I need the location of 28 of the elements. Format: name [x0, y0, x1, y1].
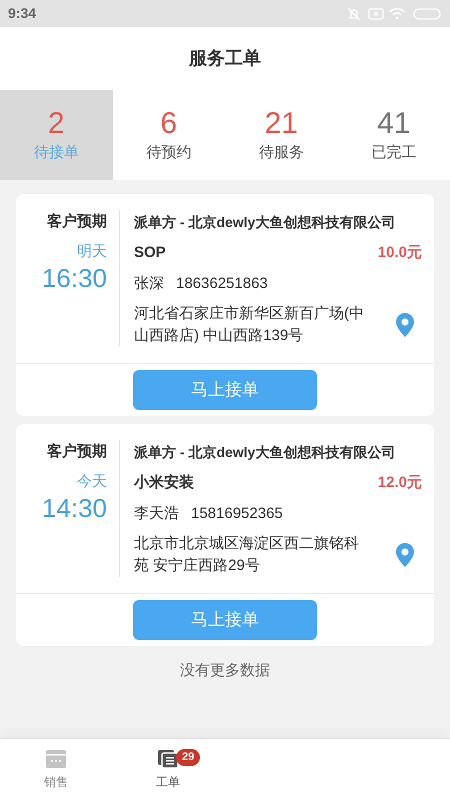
location-pin-icon[interactable]: [396, 543, 414, 567]
expect-time: 16:30: [42, 262, 107, 294]
expect-time: 14:30: [42, 492, 107, 524]
price: 12.0元: [378, 473, 422, 493]
dispatcher-text: 派单方 - 北京dewly大鱼创想科技有限公司: [134, 213, 396, 232]
page-title: 服务工单: [189, 47, 261, 70]
price: 10.0元: [378, 243, 422, 263]
location-pin-icon[interactable]: [396, 313, 414, 337]
contact-name: 李天浩: [134, 504, 179, 524]
address-text: 河北省石家庄市新华区新百广场(中山西路店) 中山西路139号: [134, 304, 365, 346]
document-list-icon: [157, 748, 179, 768]
store-icon: [45, 748, 67, 768]
contact-name: 张深: [134, 274, 164, 294]
phone-number: 18636251863: [176, 274, 268, 294]
service-name: 小米安装: [134, 473, 194, 493]
phone-number: 15816952365: [191, 504, 283, 524]
no-more-data-text: 没有更多数据: [180, 661, 270, 681]
expect-day: 今天: [77, 472, 107, 492]
address-text: 北京市北京城区海淀区西二旗铭科苑 安宁庄西路29号: [134, 534, 360, 576]
expect-label: 客户预期: [47, 442, 107, 462]
nav-tab[interactable]: 工单 29: [112, 739, 224, 800]
status-time: 9:34: [8, 4, 36, 23]
count-badge: 29: [176, 749, 200, 766]
service-name: SOP: [134, 243, 166, 263]
dispatcher-text: 派单方 - 北京dewly大鱼创想科技有限公司: [134, 443, 396, 462]
expect-day: 明天: [77, 242, 107, 262]
expect-label: 客户预期: [47, 212, 107, 232]
nav-tab[interactable]: 销售: [0, 739, 112, 800]
